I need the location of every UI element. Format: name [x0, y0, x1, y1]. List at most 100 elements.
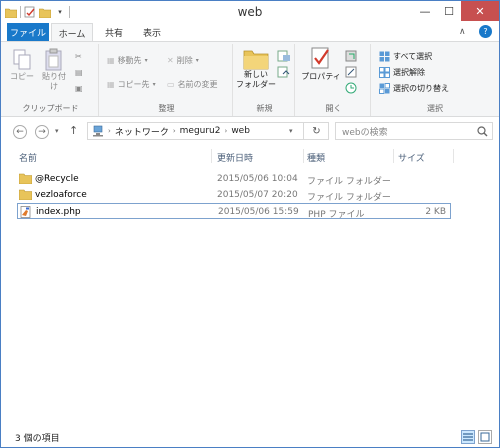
up-button[interactable]: ↑: [69, 124, 78, 137]
chevron-right-icon: ›: [224, 127, 228, 135]
help-icon[interactable]: ?: [479, 25, 492, 38]
copy-path-icon[interactable]: ▤: [75, 66, 83, 78]
address-segment[interactable]: web: [231, 126, 250, 136]
select-all-button[interactable]: すべて選択: [379, 50, 432, 62]
maximize-button[interactable]: ☐: [437, 1, 461, 21]
file-date: 2015/05/06 15:59: [218, 207, 299, 217]
clipboard-group: コピー 貼り付け ✂ ▤ ▣ クリップボード: [3, 44, 99, 116]
new-group: 新しい フォルダー 新規: [235, 44, 295, 116]
select-none-label: 選択解除: [393, 67, 425, 77]
chevron-right-icon: ›: [108, 127, 111, 135]
file-name: @Recycle: [35, 174, 79, 184]
open-icon[interactable]: [345, 50, 359, 62]
search-placeholder: webの検索: [342, 127, 388, 138]
file-date: 2015/05/07 20:20: [217, 190, 298, 200]
item-count: 3 個の項目: [15, 434, 60, 444]
folder-icon: [19, 189, 32, 200]
move-to-icon: ▦: [107, 55, 115, 65]
file-row[interactable]: @Recycle 2015/05/06 10:04 ファイル フォルダー: [17, 171, 451, 187]
delete-button[interactable]: ✕ 削除 ▾: [167, 54, 199, 66]
file-row[interactable]: index.php 2015/05/06 15:59 PHP ファイル 2 KB: [17, 203, 451, 220]
edit-icon[interactable]: [345, 66, 359, 78]
clipboard-group-label: クリップボード: [22, 104, 79, 113]
chevron-up-icon[interactable]: ∧: [459, 27, 466, 37]
chevron-right-icon: ›: [172, 127, 176, 135]
new-item-icon[interactable]: [277, 50, 291, 62]
properties-button[interactable]: プロパティ: [301, 46, 341, 82]
large-icons-view-button[interactable]: [478, 430, 492, 444]
open-group-label: 開く: [325, 104, 342, 113]
move-to-button[interactable]: ▦ 移動先 ▾: [107, 54, 148, 66]
rename-icon: ▭: [167, 79, 175, 89]
recent-locations-icon[interactable]: ▾: [55, 127, 59, 135]
column-header-size[interactable]: サイズ: [398, 151, 425, 164]
move-to-label: 移動先: [117, 55, 142, 65]
column-divider[interactable]: [393, 149, 394, 163]
title-bar: ▾ web — ☐ ✕: [1, 1, 499, 23]
address-bar-row: ← → ▾ ↑ › ネットワーク › meguru2 › web ▾ ↻ web…: [1, 117, 499, 143]
copy-to-icon: ▦: [107, 79, 115, 89]
select-none-button[interactable]: 選択解除: [379, 66, 425, 78]
refresh-button[interactable]: ↻: [303, 122, 329, 140]
select-all-label: すべて選択: [393, 51, 433, 61]
paste-shortcut-icon[interactable]: ▣: [75, 82, 83, 94]
status-bar: 3 個の項目: [1, 427, 499, 447]
ribbon: コピー 貼り付け ✂ ▤ ▣ クリップボード ▦ 移動先 ▾ ▦ コピー先 ▾: [1, 41, 499, 117]
copy-icon: [13, 49, 31, 70]
file-type: ファイル フォルダー: [307, 193, 391, 203]
address-segment[interactable]: meguru2: [180, 126, 221, 136]
select-all-icon: [379, 51, 390, 61]
properties-check-icon: [311, 47, 329, 69]
column-divider[interactable]: [303, 149, 304, 163]
paste-button[interactable]: 貼り付け: [39, 48, 69, 92]
tab-view[interactable]: 表示: [135, 23, 169, 41]
file-date: 2015/05/06 10:04: [217, 174, 298, 184]
select-group-label: 選択: [427, 104, 443, 113]
new-folder-button[interactable]: 新しい フォルダー: [236, 46, 276, 90]
php-file-icon: [20, 206, 31, 218]
organize-group-label: 整理: [158, 104, 175, 113]
new-folder-label: 新しい フォルダー: [236, 70, 276, 89]
address-dropdown-icon[interactable]: ▾: [289, 127, 293, 135]
easy-access-icon[interactable]: [277, 66, 291, 78]
delete-label: 削除: [176, 55, 193, 65]
folder-icon: [19, 173, 32, 184]
paste-icon: [45, 48, 62, 71]
copy-button[interactable]: コピー: [9, 48, 35, 82]
column-header-date[interactable]: 更新日時: [217, 151, 253, 164]
folder-icon: [243, 50, 269, 70]
file-name: vezloaforce: [35, 190, 87, 200]
network-icon: [93, 125, 103, 137]
details-view-button[interactable]: [461, 430, 475, 444]
column-divider[interactable]: [453, 149, 454, 163]
large-icons-view-icon: [480, 432, 490, 442]
column-header-name[interactable]: 名前: [19, 151, 37, 164]
new-group-label: 新規: [256, 104, 273, 113]
rename-label: 名前の変更: [177, 79, 218, 89]
file-row[interactable]: vezloaforce 2015/05/07 20:20 ファイル フォルダー: [17, 187, 451, 203]
back-button[interactable]: ←: [13, 125, 27, 139]
minimize-button[interactable]: —: [413, 1, 437, 21]
column-header-row: 名前 更新日時 種類 サイズ: [1, 147, 499, 165]
column-header-type[interactable]: 種類: [307, 151, 325, 164]
search-input[interactable]: webの検索: [335, 122, 493, 140]
file-type: ファイル フォルダー: [307, 177, 391, 187]
copy-to-button[interactable]: ▦ コピー先 ▾: [107, 78, 156, 90]
column-divider[interactable]: [211, 149, 212, 163]
invert-selection-button[interactable]: 選択の切り替え: [379, 82, 449, 94]
address-segment[interactable]: ネットワーク: [115, 125, 169, 138]
explorer-window: ▾ web — ☐ ✕ ファイル ホーム 共有 表示 ∧ ? コピー 貼り付け …: [0, 0, 500, 448]
cut-icon[interactable]: ✂: [75, 50, 82, 62]
forward-button[interactable]: →: [35, 125, 49, 139]
tab-file[interactable]: ファイル: [7, 23, 49, 41]
details-view-icon: [463, 433, 473, 441]
close-button[interactable]: ✕: [461, 1, 499, 21]
rename-button[interactable]: ▭ 名前の変更: [167, 78, 218, 90]
tab-home[interactable]: ホーム: [51, 23, 93, 42]
chevron-down-icon: ▾: [195, 56, 199, 64]
copy-to-label: コピー先: [117, 79, 150, 89]
file-type: PHP ファイル: [308, 210, 365, 220]
history-icon[interactable]: [345, 82, 359, 94]
select-none-icon: [379, 66, 390, 78]
tab-share[interactable]: 共有: [97, 23, 131, 41]
